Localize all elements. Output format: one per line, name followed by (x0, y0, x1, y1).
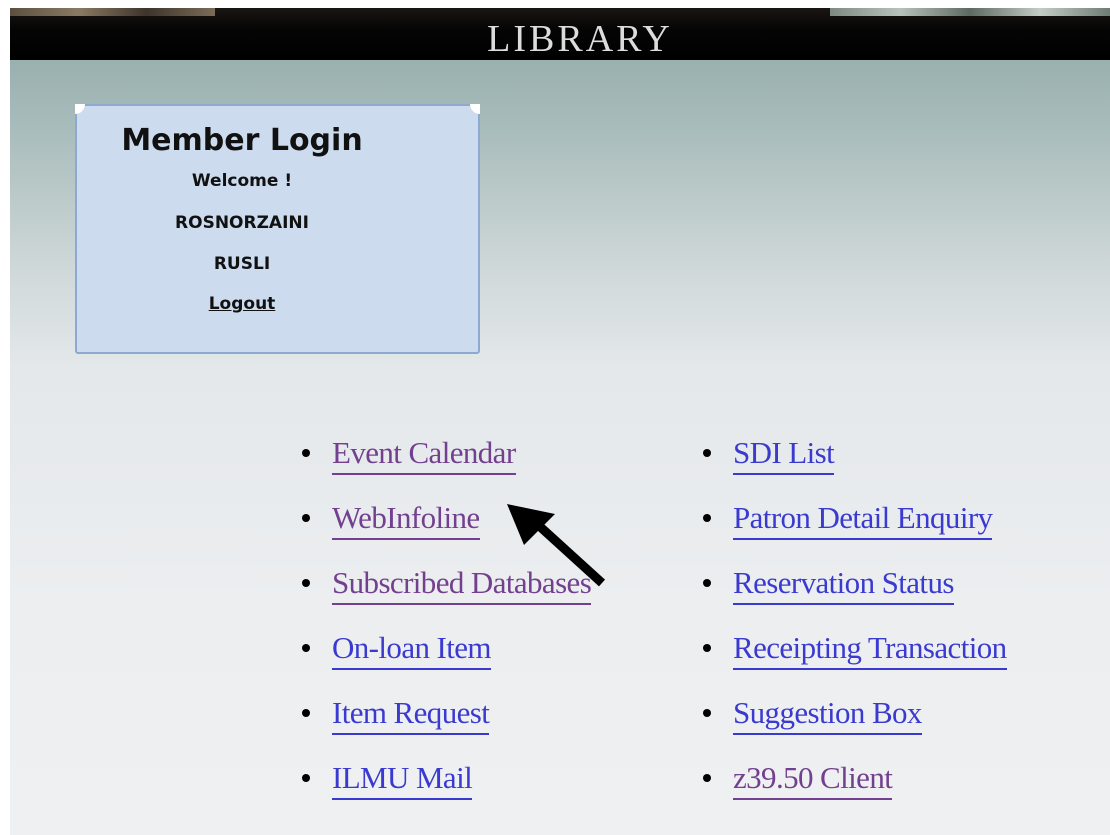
banner-texture-left (10, 8, 215, 16)
bullet-icon (302, 644, 310, 652)
member-login-panel: Member Login Welcome ! ROSNORZAINI RUSLI… (75, 104, 480, 354)
link-on-loan-item[interactable]: On-loan Item (332, 628, 492, 670)
link-item-request[interactable]: Item Request (332, 693, 490, 735)
bullet-icon (703, 709, 711, 717)
bullet-icon (302, 449, 310, 457)
header-banner: LIBRARY (10, 8, 1110, 60)
library-page: LIBRARY Member Login Welcome ! ROSNORZAI… (10, 8, 1110, 835)
page-title: LIBRARY (487, 18, 673, 60)
bullet-icon (302, 774, 310, 782)
bullet-icon (302, 579, 310, 587)
bullet-icon (703, 774, 711, 782)
bullet-icon (703, 644, 711, 652)
link-ilmu-mail[interactable]: ILMU Mail (332, 758, 473, 800)
link-z3950-client[interactable]: z39.50 Client (733, 758, 893, 800)
link-receipting-transaction[interactable]: Receipting Transaction (733, 628, 1007, 670)
link-event-calendar[interactable]: Event Calendar (332, 433, 516, 475)
link-webinfoline[interactable]: WebInfoline (332, 498, 480, 540)
welcome-text: Welcome ! (191, 171, 293, 191)
login-title: Member Login (121, 123, 363, 158)
link-reservation-status[interactable]: Reservation Status (733, 563, 954, 605)
link-subscribed-databases[interactable]: Subscribed Databases (332, 563, 592, 605)
bullet-icon (302, 514, 310, 522)
link-suggestion-box[interactable]: Suggestion Box (733, 693, 922, 735)
member-name-line1: ROSNORZAINI (175, 213, 309, 233)
link-sdi-list[interactable]: SDI List (733, 433, 835, 475)
bullet-icon (302, 709, 310, 717)
banner-texture-right (830, 8, 1110, 16)
member-name-line2: RUSLI (213, 254, 271, 274)
link-patron-detail-enquiry[interactable]: Patron Detail Enquiry (733, 498, 993, 540)
bullet-icon (703, 449, 711, 457)
logout-link[interactable]: Logout (77, 294, 407, 314)
bullet-icon (703, 579, 711, 587)
bullet-icon (703, 514, 711, 522)
